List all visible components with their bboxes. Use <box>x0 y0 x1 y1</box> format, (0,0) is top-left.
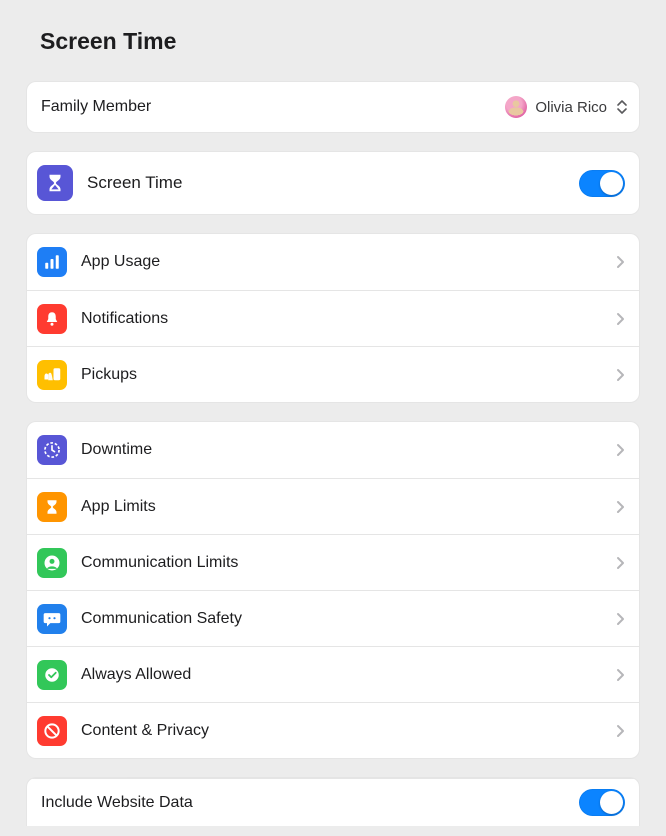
row-communication-safety[interactable]: Communication Safety <box>27 590 639 646</box>
chevron-right-icon <box>615 500 625 514</box>
include-website-data-toggle[interactable] <box>579 789 625 816</box>
row-app-usage[interactable]: App Usage <box>27 234 639 290</box>
person-circle-icon <box>37 548 67 578</box>
no-sign-icon <box>37 716 67 746</box>
screen-time-pane: Screen Time Family Member Olivia Rico Sc… <box>0 0 666 836</box>
row-content-privacy[interactable]: Content & Privacy <box>27 702 639 758</box>
row-label: Communication Safety <box>81 610 615 628</box>
chevron-right-icon <box>615 312 625 326</box>
bell-icon <box>37 304 67 334</box>
row-label: Communication Limits <box>81 554 615 572</box>
screen-time-toggle-group: Screen Time <box>26 151 640 215</box>
website-data-group: Include Website Data <box>26 777 640 826</box>
row-label: Always Allowed <box>81 666 615 684</box>
row-downtime[interactable]: Downtime <box>27 422 639 478</box>
controls-group: Downtime App Limits Communication Limits <box>26 421 640 759</box>
row-pickups[interactable]: Pickups <box>27 346 639 402</box>
bar-chart-icon <box>37 247 67 277</box>
chevron-right-icon <box>615 668 625 682</box>
chevron-right-icon <box>615 724 625 738</box>
screen-time-label: Screen Time <box>87 173 579 193</box>
row-communication-limits[interactable]: Communication Limits <box>27 534 639 590</box>
hand-phone-icon <box>37 360 67 390</box>
family-member-label: Family Member <box>41 98 505 116</box>
screen-time-toggle-row: Screen Time <box>27 152 639 214</box>
row-label: App Usage <box>81 253 615 271</box>
hourglass-icon <box>37 165 73 201</box>
chevron-right-icon <box>615 368 625 382</box>
chevron-right-icon <box>615 612 625 626</box>
avatar <box>505 96 527 118</box>
include-website-data-label: Include Website Data <box>41 794 579 812</box>
row-label: App Limits <box>81 498 615 516</box>
row-app-limits[interactable]: App Limits <box>27 478 639 534</box>
row-notifications[interactable]: Notifications <box>27 290 639 346</box>
chat-bubble-icon <box>37 604 67 634</box>
row-label: Notifications <box>81 310 615 328</box>
chevron-right-icon <box>615 556 625 570</box>
clock-icon <box>37 435 67 465</box>
chevron-right-icon <box>615 255 625 269</box>
screen-time-toggle[interactable] <box>579 170 625 197</box>
row-label: Downtime <box>81 441 615 459</box>
family-member-group: Family Member Olivia Rico <box>26 81 640 133</box>
page-title: Screen Time <box>40 28 640 55</box>
include-website-data-row: Include Website Data <box>27 778 639 826</box>
row-label: Content & Privacy <box>81 722 615 740</box>
check-shield-icon <box>37 660 67 690</box>
select-arrows-icon <box>615 98 629 116</box>
row-label: Pickups <box>81 366 615 384</box>
family-member-name: Olivia Rico <box>535 99 607 116</box>
family-member-row[interactable]: Family Member Olivia Rico <box>27 82 639 132</box>
chevron-right-icon <box>615 443 625 457</box>
hourglass-icon <box>37 492 67 522</box>
row-always-allowed[interactable]: Always Allowed <box>27 646 639 702</box>
usage-group: App Usage Notifications Pickups <box>26 233 640 403</box>
